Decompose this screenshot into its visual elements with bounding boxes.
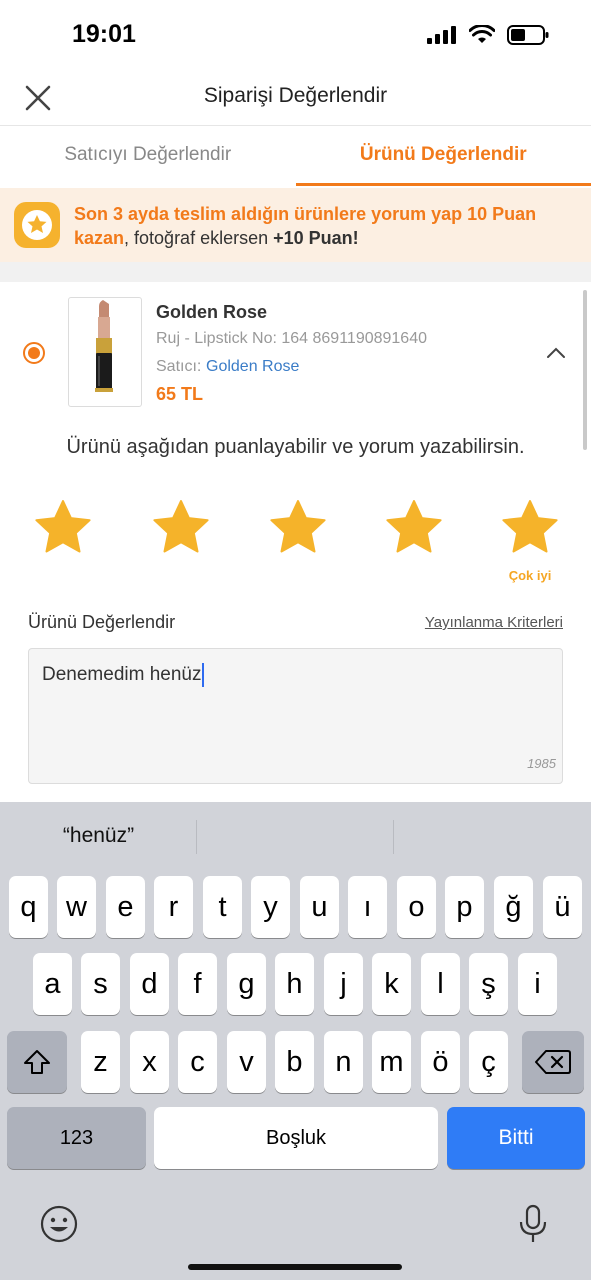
shift-key[interactable] [7,1031,67,1093]
key[interactable]: b [275,1031,314,1093]
review-textarea[interactable]: Denemedim henüz 1985 [28,648,563,784]
key[interactable]: q [9,876,48,938]
signal-icon [427,26,456,44]
star-icon [270,500,326,553]
key[interactable]: c [178,1031,217,1093]
tab-bar: Satıcıyı Değerlendir Ürünü Değerlendir [0,126,591,186]
key[interactable]: w [57,876,96,938]
numbers-key[interactable]: 123 [7,1107,146,1169]
keyboard: “henüz” q w e r t y u ı o p ğ ü a s d f … [0,802,591,1280]
key[interactable]: g [227,953,266,1015]
nav-bar: Siparişi Değerlendir [0,70,591,126]
tab-rate-product[interactable]: Ürünü Değerlendir [295,126,591,186]
star-5[interactable] [500,498,560,558]
star-4[interactable] [384,498,444,558]
key[interactable]: ş [469,953,508,1015]
key[interactable]: ö [421,1031,460,1093]
suggestion-divider [196,820,197,854]
wifi-icon [469,25,495,43]
key[interactable]: v [227,1031,266,1093]
emoji-icon [40,1205,78,1243]
page-title: Siparişi Değerlendir [203,84,388,107]
product-variant: Ruj - Lipstick No: 164 8691190891640 [156,330,427,347]
status-icons [427,22,549,48]
status-bar: 19:01 [0,0,591,70]
key[interactable]: ç [469,1031,508,1093]
key[interactable]: m [372,1031,411,1093]
key[interactable]: x [130,1031,169,1093]
key[interactable]: d [130,953,169,1015]
key[interactable]: ı [348,876,387,938]
collapse-button[interactable] [545,342,567,364]
rating-caption: Çok iyi [508,568,552,583]
char-counter: 1985 [527,756,556,771]
star-2[interactable] [151,498,211,558]
star-badge-icon [14,202,60,248]
product-image [68,297,142,407]
battery-icon [507,25,549,45]
key[interactable]: k [372,953,411,1015]
microphone-icon [519,1204,547,1242]
text-caret [202,663,205,687]
section-divider [0,262,591,282]
promo-banner: Son 3 ayda teslim aldığın ürünlere yorum… [0,188,591,262]
star-rating: Çok iyi [0,498,591,588]
key[interactable]: e [106,876,145,938]
key[interactable]: j [324,953,363,1015]
key[interactable]: ğ [494,876,533,938]
key[interactable]: o [397,876,436,938]
suggestion-divider [393,820,394,854]
seller-label: Satıcı: [156,358,202,375]
suggestion-bar: “henüz” [0,802,591,870]
scrollbar[interactable] [583,290,587,450]
star-icon [386,500,442,553]
rating-prompt: Ürünü aşağıdan puanlayabilir ve yorum ya… [66,436,525,458]
promo-plain: , fotoğraf eklersen [124,228,274,248]
review-label: Ürünü Değerlendir [28,612,176,632]
key[interactable]: i [518,953,557,1015]
seller-link[interactable]: Golden Rose [206,358,299,376]
emoji-button[interactable] [37,1202,81,1246]
product-card[interactable]: Golden Rose Ruj - Lipstick No: 164 86911… [0,282,591,422]
key[interactable]: ü [543,876,582,938]
key[interactable]: f [178,953,217,1015]
key[interactable]: u [300,876,339,938]
status-time: 19:01 [72,20,136,48]
chevron-up-icon [547,347,565,358]
star-icon [35,500,91,553]
home-indicator [188,1264,402,1270]
key[interactable]: z [81,1031,120,1093]
key[interactable]: l [421,953,460,1015]
tab-rate-seller[interactable]: Satıcıyı Değerlendir [0,126,296,186]
criteria-link[interactable]: Yayınlanma Kriterleri [425,614,563,631]
star-1[interactable] [33,498,93,558]
promo-text: Son 3 ayda teslim aldığın ürünlere yorum… [74,202,574,250]
product-price: 65 TL [156,384,204,404]
product-name: Golden Rose [156,302,268,322]
star-icon [502,500,558,553]
star-icon [153,500,209,553]
star-3[interactable] [268,498,328,558]
radio-selected-dot [28,347,40,359]
space-key[interactable]: Boşluk [154,1107,438,1169]
lipstick-icon [95,300,113,392]
product-radio[interactable] [23,342,45,364]
review-text-wrap: Denemedim henüz [42,663,205,687]
key[interactable]: s [81,953,120,1015]
dictation-button[interactable] [511,1202,555,1246]
done-key[interactable]: Bitti [447,1107,585,1169]
key[interactable]: a [33,953,72,1015]
backspace-icon [535,1050,571,1074]
key[interactable]: h [275,953,314,1015]
backspace-key[interactable] [522,1031,584,1093]
suggestion-1[interactable]: “henüz” [0,824,197,848]
key[interactable]: p [445,876,484,938]
key[interactable]: y [251,876,290,938]
key[interactable]: n [324,1031,363,1093]
shift-icon [24,1050,50,1074]
key[interactable]: r [154,876,193,938]
promo-bonus: +10 Puan! [273,228,359,248]
review-text: Denemedim henüz [42,664,202,686]
key[interactable]: t [203,876,242,938]
